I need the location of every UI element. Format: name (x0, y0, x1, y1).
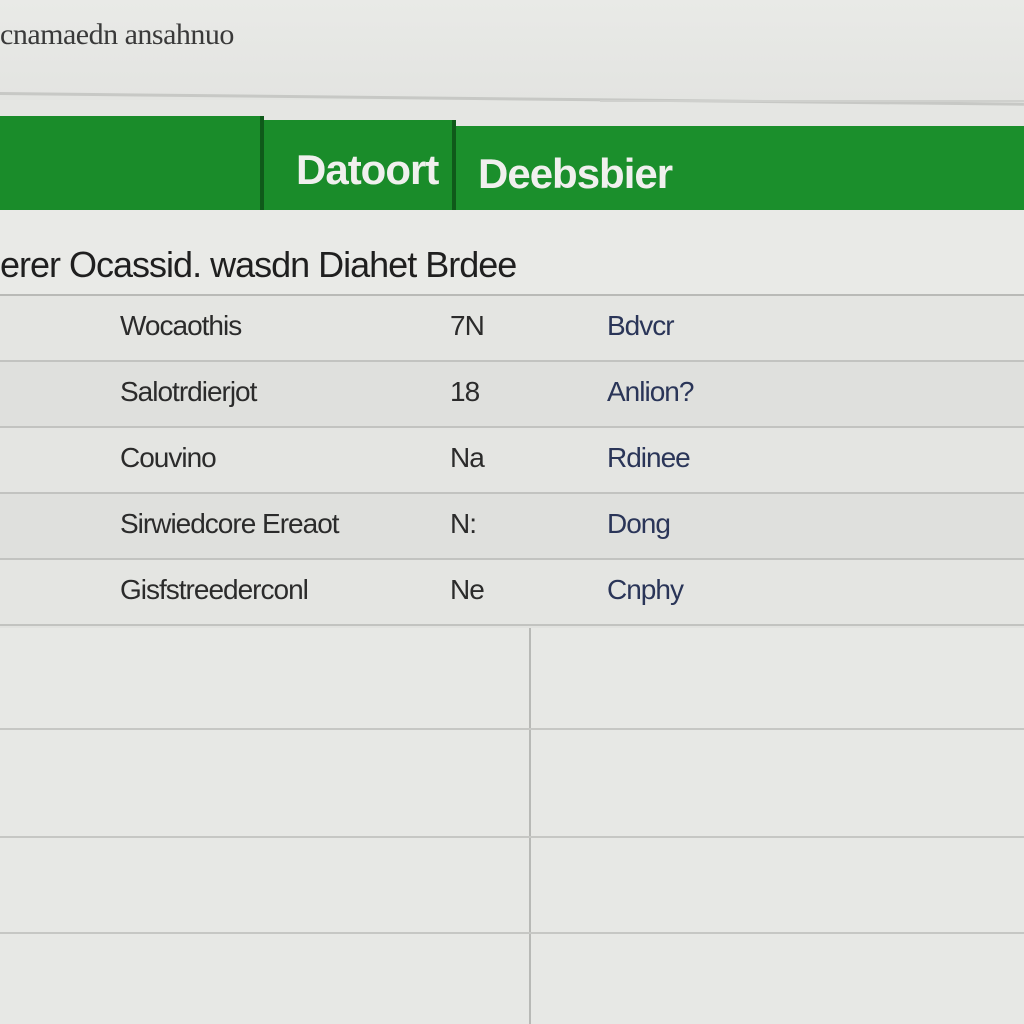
table-row[interactable]: Wocaothis 7N Bdvcr (0, 296, 1024, 362)
row-name-cell: Wocaothis (120, 310, 242, 341)
divider (600, 100, 1024, 102)
banner-tab-middle-label: Datoort (296, 146, 439, 193)
table-row[interactable]: Gisfstreederconl Ne Cnphy (0, 560, 1024, 626)
column-header-text: erer Ocassid. wasdn Diahet Brdee (0, 244, 517, 285)
row-value-cell: Ne (450, 574, 485, 605)
grid-row-divider (0, 932, 1024, 934)
row-status-cell: Anlion? (607, 376, 694, 407)
app-title: cnamaedn ansahnuo (0, 18, 234, 51)
row-value-cell: 18 (450, 376, 480, 407)
spreadsheet-window: cnamaedn ansahnuo Datoort Deebsbier erer… (0, 0, 1024, 1024)
row-name-cell: Gisfstreederconl (120, 574, 309, 605)
row-value-cell: 7N (450, 310, 485, 341)
grid-row-divider (0, 728, 1024, 730)
row-value-cell: N: (450, 508, 477, 539)
grid-column-divider (529, 628, 531, 1024)
table-row[interactable]: Couvino Na Rdinee (0, 428, 1024, 494)
banner-tab-right-label: Deebsbier (478, 150, 673, 197)
row-name-cell: Couvino (120, 442, 217, 473)
row-status-cell: Bdvcr (607, 310, 675, 341)
table-row[interactable]: Sirwiedcore Ereaot N: Dong (0, 494, 1024, 560)
row-value-cell: Na (450, 442, 485, 473)
row-status-cell: Rdinee (607, 442, 691, 473)
table-row[interactable]: Salotrdierjot 18 Anlion? (0, 362, 1024, 428)
divider (0, 92, 1024, 106)
empty-grid-area (0, 628, 1024, 1024)
row-name-cell: Salotrdierjot (120, 376, 257, 407)
row-status-cell: Cnphy (607, 574, 684, 605)
row-status-cell: Dong (607, 508, 671, 539)
banner-tab-left[interactable] (0, 116, 264, 212)
grid-row-divider (0, 836, 1024, 838)
row-name-cell: Sirwiedcore Ereaot (120, 508, 340, 539)
app-title-bar: cnamaedn ansahnuo (0, 0, 1024, 106)
